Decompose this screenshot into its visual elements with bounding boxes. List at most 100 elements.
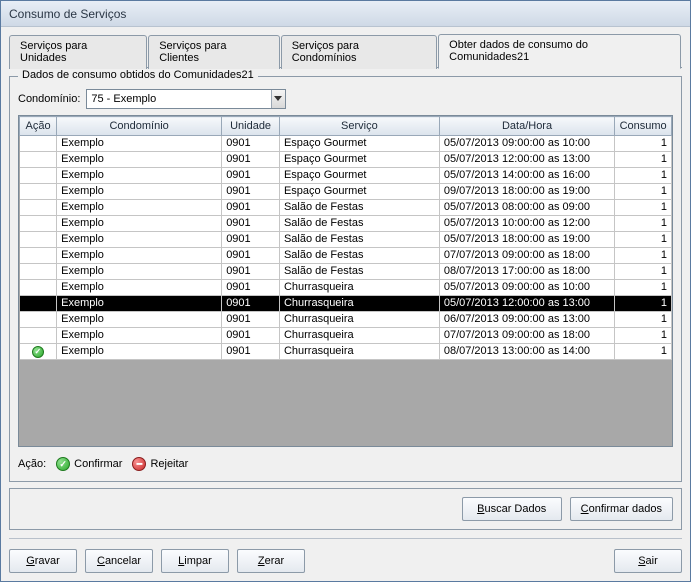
cell-condominio: Exemplo xyxy=(57,200,222,216)
cell-servico: Salão de Festas xyxy=(279,248,439,264)
table-row[interactable]: Exemplo0901Salão de Festas05/07/2013 10:… xyxy=(20,216,672,232)
cell-acao xyxy=(20,136,57,152)
col-consumo[interactable]: Consumo xyxy=(615,117,672,136)
cell-condominio: Exemplo xyxy=(57,344,222,360)
cell-consumo: 1 xyxy=(615,152,672,168)
table-row[interactable]: Exemplo0901Salão de Festas08/07/2013 17:… xyxy=(20,264,672,280)
cell-unidade: 0901 xyxy=(222,312,280,328)
cell-unidade: 0901 xyxy=(222,296,280,312)
cell-acao xyxy=(20,200,57,216)
cell-datahora: 08/07/2013 13:00:00 as 14:00 xyxy=(439,344,614,360)
cell-servico: Salão de Festas xyxy=(279,216,439,232)
table-row[interactable]: Exemplo0901Churrasqueira05/07/2013 12:00… xyxy=(20,296,672,312)
reject-icon: ━ xyxy=(132,457,146,471)
table-row[interactable]: Exemplo0901Churrasqueira06/07/2013 09:00… xyxy=(20,312,672,328)
table-row[interactable]: Exemplo0901Churrasqueira07/07/2013 09:00… xyxy=(20,328,672,344)
limpar-button[interactable]: Limpar xyxy=(161,549,229,573)
gravar-button[interactable]: Gravar xyxy=(9,549,77,573)
reject-legend: ━ Rejeitar xyxy=(132,457,188,471)
cancelar-button[interactable]: Cancelar xyxy=(85,549,153,573)
cell-acao xyxy=(20,280,57,296)
table-row[interactable]: Exemplo0901Espaço Gourmet09/07/2013 18:0… xyxy=(20,184,672,200)
cell-acao xyxy=(20,312,57,328)
action-legend: Ação: ✓ Confirmar ━ Rejeitar xyxy=(18,457,673,471)
col-unidade[interactable]: Unidade xyxy=(222,117,280,136)
col-servico[interactable]: Serviço xyxy=(279,117,439,136)
cell-condominio: Exemplo xyxy=(57,184,222,200)
confirm-legend: ✓ Confirmar xyxy=(56,457,122,471)
tab-3[interactable]: Obter dados de consumo do Comunidades21 xyxy=(438,34,681,69)
window-title: Consumo de Serviços xyxy=(9,7,126,21)
col-datahora[interactable]: Data/Hora xyxy=(439,117,614,136)
cell-consumo: 1 xyxy=(615,200,672,216)
condominio-input[interactable] xyxy=(87,90,270,108)
cell-condominio: Exemplo xyxy=(57,312,222,328)
cell-datahora: 09/07/2013 18:00:00 as 19:00 xyxy=(439,184,614,200)
cell-servico: Salão de Festas xyxy=(279,232,439,248)
table-row[interactable]: Exemplo0901Churrasqueira05/07/2013 09:00… xyxy=(20,280,672,296)
cell-servico: Espaço Gourmet xyxy=(279,152,439,168)
cell-acao xyxy=(20,152,57,168)
cell-servico: Churrasqueira xyxy=(279,328,439,344)
sair-button[interactable]: Sair xyxy=(614,549,682,573)
cell-datahora: 05/07/2013 12:00:00 as 13:00 xyxy=(439,152,614,168)
cell-condominio: Exemplo xyxy=(57,216,222,232)
cell-datahora: 05/07/2013 12:00:00 as 13:00 xyxy=(439,296,614,312)
cell-servico: Espaço Gourmet xyxy=(279,168,439,184)
cell-consumo: 1 xyxy=(615,216,672,232)
data-table: Ação Condomínio Unidade Serviço Data/Hor… xyxy=(19,116,672,360)
table-row[interactable]: Exemplo0901Espaço Gourmet05/07/2013 12:0… xyxy=(20,152,672,168)
check-icon: ✓ xyxy=(32,346,44,358)
condominio-row: Condomínio: xyxy=(18,89,673,109)
dropdown-button[interactable] xyxy=(271,90,286,108)
cell-consumo: 1 xyxy=(615,328,672,344)
cell-servico: Espaço Gourmet xyxy=(279,136,439,152)
cell-servico: Espaço Gourmet xyxy=(279,184,439,200)
fieldset-consumo: Dados de consumo obtidos do Comunidades2… xyxy=(9,76,682,482)
cell-condominio: Exemplo xyxy=(57,152,222,168)
condominio-combo[interactable] xyxy=(86,89,286,109)
cell-condominio: Exemplo xyxy=(57,248,222,264)
cell-datahora: 05/07/2013 10:00:00 as 12:00 xyxy=(439,216,614,232)
confirm-text: Confirmar xyxy=(74,458,122,470)
cell-unidade: 0901 xyxy=(222,328,280,344)
table-row[interactable]: Exemplo0901Espaço Gourmet05/07/2013 09:0… xyxy=(20,136,672,152)
cell-datahora: 07/07/2013 09:00:00 as 18:00 xyxy=(439,248,614,264)
table-row[interactable]: Exemplo0901Salão de Festas05/07/2013 08:… xyxy=(20,200,672,216)
cell-unidade: 0901 xyxy=(222,136,280,152)
tab-1[interactable]: Serviços para Clientes xyxy=(148,35,280,69)
cell-consumo: 1 xyxy=(615,248,672,264)
cell-acao xyxy=(20,168,57,184)
cell-consumo: 1 xyxy=(615,312,672,328)
cell-servico: Salão de Festas xyxy=(279,200,439,216)
cell-servico: Churrasqueira xyxy=(279,296,439,312)
cell-datahora: 06/07/2013 09:00:00 as 13:00 xyxy=(439,312,614,328)
cell-condominio: Exemplo xyxy=(57,280,222,296)
zerar-button[interactable]: Zerar xyxy=(237,549,305,573)
cell-consumo: 1 xyxy=(615,264,672,280)
cell-condominio: Exemplo xyxy=(57,168,222,184)
buscar-button[interactable]: Buscar Dados xyxy=(462,497,562,521)
cell-datahora: 05/07/2013 18:00:00 as 19:00 xyxy=(439,232,614,248)
tab-0[interactable]: Serviços para Unidades xyxy=(9,35,147,69)
action-panel: Buscar Dados Confirmar dados xyxy=(9,488,682,530)
table-row[interactable]: Exemplo0901Salão de Festas05/07/2013 18:… xyxy=(20,232,672,248)
confirmar-dados-button[interactable]: Confirmar dados xyxy=(570,497,673,521)
cell-unidade: 0901 xyxy=(222,184,280,200)
table-row[interactable]: Exemplo0901Espaço Gourmet05/07/2013 14:0… xyxy=(20,168,672,184)
col-condominio[interactable]: Condomínio xyxy=(57,117,222,136)
cell-unidade: 0901 xyxy=(222,168,280,184)
cell-servico: Churrasqueira xyxy=(279,280,439,296)
cell-consumo: 1 xyxy=(615,136,672,152)
col-acao[interactable]: Ação xyxy=(20,117,57,136)
table-row[interactable]: ✓Exemplo0901Churrasqueira08/07/2013 13:0… xyxy=(20,344,672,360)
table-row[interactable]: Exemplo0901Salão de Festas07/07/2013 09:… xyxy=(20,248,672,264)
tab-2[interactable]: Serviços para Condomínios xyxy=(281,35,437,69)
data-grid[interactable]: Ação Condomínio Unidade Serviço Data/Hor… xyxy=(18,115,673,447)
cell-servico: Salão de Festas xyxy=(279,264,439,280)
cell-condominio: Exemplo xyxy=(57,232,222,248)
cell-condominio: Exemplo xyxy=(57,328,222,344)
cell-datahora: 05/07/2013 09:00:00 as 10:00 xyxy=(439,136,614,152)
cell-condominio: Exemplo xyxy=(57,136,222,152)
cell-datahora: 05/07/2013 09:00:00 as 10:00 xyxy=(439,280,614,296)
